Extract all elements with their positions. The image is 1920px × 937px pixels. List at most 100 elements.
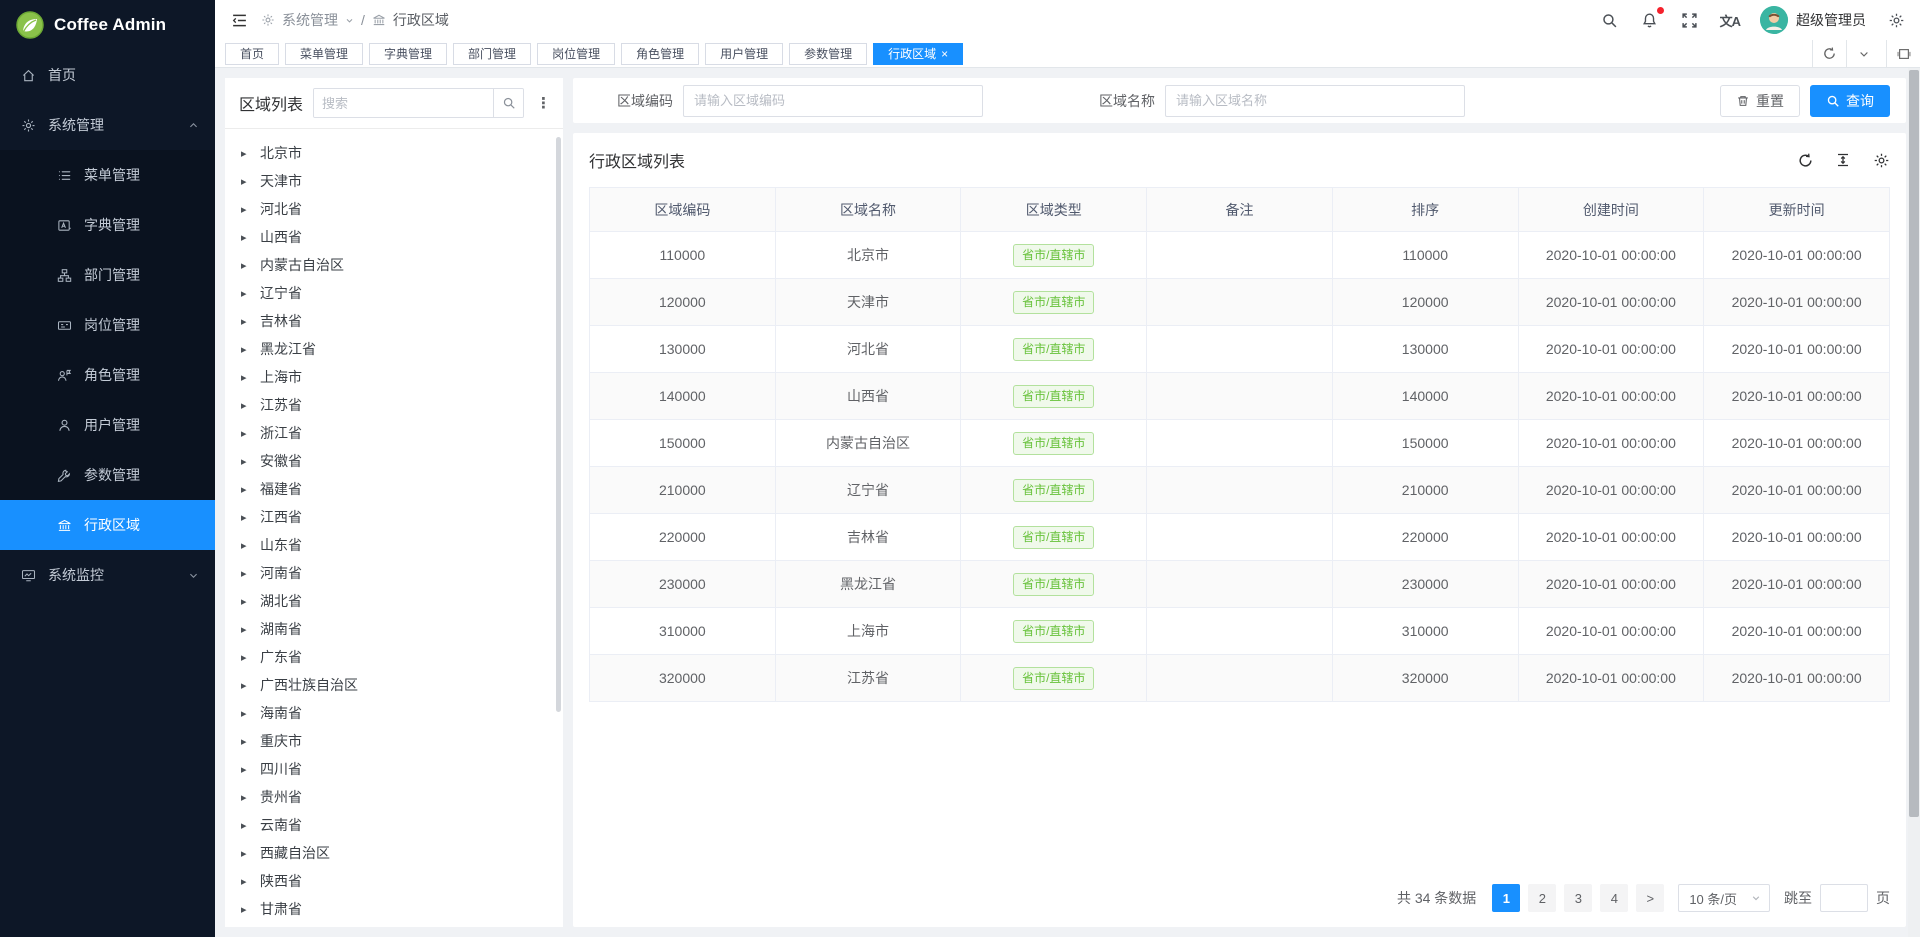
- caret-right-icon[interactable]: ▸: [241, 287, 251, 300]
- caret-right-icon[interactable]: ▸: [241, 483, 251, 496]
- sidebar-item-role-mgmt[interactable]: 角色管理: [0, 350, 215, 400]
- caret-right-icon[interactable]: ▸: [241, 875, 251, 888]
- tree-item[interactable]: ▸ 广东省: [225, 643, 563, 671]
- region-code-input[interactable]: [683, 85, 983, 117]
- caret-right-icon[interactable]: ▸: [241, 791, 251, 804]
- tab[interactable]: 参数管理 ×: [789, 43, 867, 65]
- caret-right-icon[interactable]: ▸: [241, 567, 251, 580]
- tab[interactable]: 字典管理 ×: [369, 43, 447, 65]
- tree-item[interactable]: ▸ 湖南省: [225, 615, 563, 643]
- maximize-icon[interactable]: [1886, 40, 1920, 67]
- tree-item[interactable]: ▸ 北京市: [225, 139, 563, 167]
- chevron-down-icon[interactable]: [1846, 40, 1880, 67]
- table-row[interactable]: 150000 内蒙古自治区 省市/直辖市 150000 2020-10-01 0…: [590, 420, 1890, 467]
- caret-right-icon[interactable]: ▸: [241, 679, 251, 692]
- tree-item[interactable]: ▸ 重庆市: [225, 727, 563, 755]
- refresh-icon[interactable]: [1812, 40, 1846, 67]
- caret-right-icon[interactable]: ▸: [241, 259, 251, 272]
- sidebar-item-dept-mgmt[interactable]: 部门管理: [0, 250, 215, 300]
- tree-item[interactable]: ▸ 辽宁省: [225, 279, 563, 307]
- sidebar-item-post-mgmt[interactable]: 岗位管理: [0, 300, 215, 350]
- sidebar-item-user-mgmt[interactable]: 用户管理: [0, 400, 215, 450]
- table-row[interactable]: 230000 黑龙江省 省市/直辖市 230000 2020-10-01 00:…: [590, 561, 1890, 608]
- tree-item[interactable]: ▸ 青海省: [225, 923, 563, 927]
- tab[interactable]: 行政区域 ×: [873, 43, 963, 65]
- page-size-select[interactable]: 10 条/页: [1678, 884, 1770, 912]
- tree-item[interactable]: ▸ 贵州省: [225, 783, 563, 811]
- caret-right-icon[interactable]: ▸: [241, 343, 251, 356]
- caret-right-icon[interactable]: ▸: [241, 819, 251, 832]
- tree-item[interactable]: ▸ 吉林省: [225, 307, 563, 335]
- jump-page-input[interactable]: [1820, 884, 1868, 912]
- close-icon[interactable]: ×: [941, 48, 948, 60]
- caret-right-icon[interactable]: ▸: [241, 763, 251, 776]
- caret-right-icon[interactable]: ▸: [241, 707, 251, 720]
- table-row[interactable]: 140000 山西省 省市/直辖市 140000 2020-10-01 00:0…: [590, 373, 1890, 420]
- tab[interactable]: 部门管理 ×: [453, 43, 531, 65]
- tree-item[interactable]: ▸ 天津市: [225, 167, 563, 195]
- sidebar-item-dict-mgmt[interactable]: 字典管理: [0, 200, 215, 250]
- density-icon[interactable]: [1834, 151, 1852, 169]
- table-row[interactable]: 320000 江苏省 省市/直辖市 320000 2020-10-01 00:0…: [590, 655, 1890, 702]
- page-button[interactable]: 2: [1528, 884, 1556, 912]
- tree-item[interactable]: ▸ 甘肃省: [225, 895, 563, 923]
- table-row[interactable]: 310000 上海市 省市/直辖市 310000 2020-10-01 00:0…: [590, 608, 1890, 655]
- page-button[interactable]: 3: [1564, 884, 1592, 912]
- tree-item[interactable]: ▸ 江苏省: [225, 391, 563, 419]
- caret-right-icon[interactable]: ▸: [241, 455, 251, 468]
- caret-right-icon[interactable]: ▸: [241, 651, 251, 664]
- next-page-button[interactable]: >: [1636, 884, 1664, 912]
- table-row[interactable]: 110000 北京市 省市/直辖市 110000 2020-10-01 00:0…: [590, 232, 1890, 279]
- tree-item[interactable]: ▸ 黑龙江省: [225, 335, 563, 363]
- caret-right-icon[interactable]: ▸: [241, 147, 251, 160]
- page-scrollbar[interactable]: [1908, 68, 1920, 937]
- caret-right-icon[interactable]: ▸: [241, 595, 251, 608]
- caret-right-icon[interactable]: ▸: [241, 399, 251, 412]
- search-icon[interactable]: [493, 89, 523, 117]
- caret-right-icon[interactable]: ▸: [241, 623, 251, 636]
- tree-item[interactable]: ▸ 福建省: [225, 475, 563, 503]
- tab[interactable]: 用户管理 ×: [705, 43, 783, 65]
- tree-item[interactable]: ▸ 山西省: [225, 223, 563, 251]
- caret-right-icon[interactable]: ▸: [241, 903, 251, 916]
- column-settings-gear-icon[interactable]: [1872, 151, 1890, 169]
- table-row[interactable]: 130000 河北省 省市/直辖市 130000 2020-10-01 00:0…: [590, 326, 1890, 373]
- table-row[interactable]: 220000 吉林省 省市/直辖市 220000 2020-10-01 00:0…: [590, 514, 1890, 561]
- fullscreen-icon[interactable]: [1680, 10, 1700, 30]
- tab[interactable]: 角色管理 ×: [621, 43, 699, 65]
- tree-search-input[interactable]: [314, 89, 493, 117]
- breadcrumb-group[interactable]: 系统管理: [282, 10, 338, 30]
- search-icon[interactable]: [1600, 10, 1620, 30]
- tree-item[interactable]: ▸ 陕西省: [225, 867, 563, 895]
- caret-right-icon[interactable]: ▸: [241, 315, 251, 328]
- table-row[interactable]: 120000 天津市 省市/直辖市 120000 2020-10-01 00:0…: [590, 279, 1890, 326]
- settings-gear-icon[interactable]: [1886, 10, 1906, 30]
- tree-item[interactable]: ▸ 安徽省: [225, 447, 563, 475]
- refresh-icon[interactable]: [1796, 151, 1814, 169]
- tree-item[interactable]: ▸ 河北省: [225, 195, 563, 223]
- tree-item[interactable]: ▸ 江西省: [225, 503, 563, 531]
- caret-right-icon[interactable]: ▸: [241, 231, 251, 244]
- caret-right-icon[interactable]: ▸: [241, 175, 251, 188]
- tree-item[interactable]: ▸ 四川省: [225, 755, 563, 783]
- tree-item[interactable]: ▸ 西藏自治区: [225, 839, 563, 867]
- table-row[interactable]: 210000 辽宁省 省市/直辖市 210000 2020-10-01 00:0…: [590, 467, 1890, 514]
- tree-item[interactable]: ▸ 广西壮族自治区: [225, 671, 563, 699]
- tree-item[interactable]: ▸ 海南省: [225, 699, 563, 727]
- tree-item[interactable]: ▸ 山东省: [225, 531, 563, 559]
- page-button[interactable]: 4: [1600, 884, 1628, 912]
- menu-fold-icon[interactable]: [229, 10, 249, 30]
- tree-item[interactable]: ▸ 河南省: [225, 559, 563, 587]
- notification-bell[interactable]: [1640, 10, 1660, 30]
- translate-icon[interactable]: 文A: [1720, 11, 1740, 30]
- caret-right-icon[interactable]: ▸: [241, 735, 251, 748]
- caret-right-icon[interactable]: ▸: [241, 539, 251, 552]
- query-button[interactable]: 查询: [1810, 85, 1890, 117]
- sidebar-item-param-mgmt[interactable]: 参数管理: [0, 450, 215, 500]
- kebab-menu-icon[interactable]: ⋮: [534, 94, 553, 112]
- tab[interactable]: 首页 ×: [225, 43, 279, 65]
- sidebar-item-region[interactable]: 行政区域: [0, 500, 215, 550]
- tree-item[interactable]: ▸ 湖北省: [225, 587, 563, 615]
- tree-item[interactable]: ▸ 内蒙古自治区: [225, 251, 563, 279]
- page-button[interactable]: 1: [1492, 884, 1520, 912]
